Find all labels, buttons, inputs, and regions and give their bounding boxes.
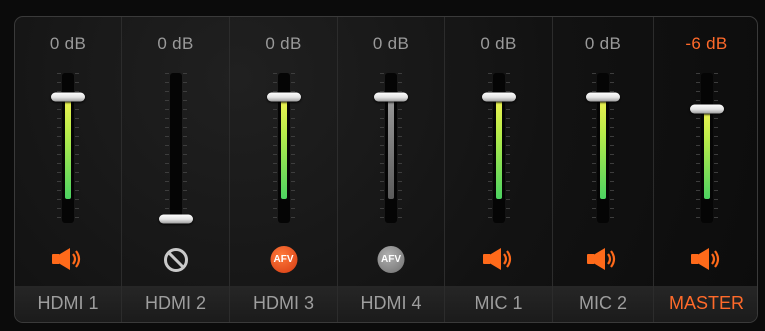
fader-knob[interactable]: [689, 104, 724, 114]
label-strip: HDMI 1: [15, 286, 121, 322]
afv-icon[interactable]: AFV: [377, 246, 405, 273]
speaker-icon[interactable]: [690, 246, 724, 277]
level-meter: [600, 97, 606, 199]
fader-knob[interactable]: [586, 92, 620, 102]
channel-hdmi-3: 0 dB AFV HDMI 3: [230, 17, 338, 322]
channel-label: HDMI 3: [252, 293, 314, 313]
channel-label: HDMI 1: [37, 293, 99, 313]
label-strip: HDMI 3: [230, 286, 337, 322]
fader-knob[interactable]: [158, 214, 193, 224]
fader-track[interactable]: [169, 73, 182, 223]
level-meter: [388, 97, 394, 199]
channel-hdmi-1: 0 dB HDMI 1: [15, 17, 122, 322]
fader-knob[interactable]: [374, 92, 408, 102]
label-strip: MASTER: [654, 286, 757, 322]
label-strip: MIC 1: [445, 286, 552, 322]
level-meter: [495, 97, 502, 199]
channel-label: HDMI 4: [360, 293, 422, 313]
label-strip: HDMI 4: [338, 286, 444, 322]
fader-knob[interactable]: [481, 92, 516, 102]
audio-mixer-panel: 0 dB HDMI 1 0 dB HDMI 2 0 dB AFV HDMI 3 …: [14, 16, 758, 323]
channel-master: -6 dB MASTER: [654, 17, 757, 322]
level-meter: [280, 97, 287, 199]
gain-readout: 0 dB: [49, 34, 87, 53]
gain-readout: 0 dB: [480, 34, 517, 53]
channel-mic-2: 0 dB MIC 2: [553, 17, 654, 322]
fader-knob[interactable]: [266, 92, 301, 102]
label-strip: MIC 2: [553, 286, 653, 322]
speaker-icon[interactable]: [586, 246, 620, 277]
channel-label: MIC 2: [578, 293, 627, 313]
gain-readout: 0 dB: [372, 34, 410, 53]
speaker-icon[interactable]: [51, 246, 85, 277]
gain-readout: 0 dB: [157, 34, 194, 53]
channel-hdmi-4: 0 dB AFV HDMI 4: [338, 17, 445, 322]
channel-label: MASTER: [668, 293, 744, 313]
channel-label: HDMI 2: [144, 293, 206, 313]
channel-mic-1: 0 dB MIC 1: [445, 17, 553, 322]
gain-readout: 0 dB: [265, 34, 302, 53]
level-meter: [65, 97, 71, 199]
gain-readout: -6 dB: [685, 34, 728, 53]
level-meter: [703, 109, 710, 199]
label-strip: HDMI 2: [122, 286, 229, 322]
speaker-icon[interactable]: [482, 246, 516, 277]
channel-label: MIC 1: [474, 293, 523, 313]
mute-icon[interactable]: [162, 246, 190, 279]
gain-readout: 0 dB: [584, 34, 622, 53]
afv-icon[interactable]: AFV: [270, 246, 297, 273]
channel-hdmi-2: 0 dB HDMI 2: [122, 17, 230, 322]
fader-knob[interactable]: [51, 92, 85, 102]
